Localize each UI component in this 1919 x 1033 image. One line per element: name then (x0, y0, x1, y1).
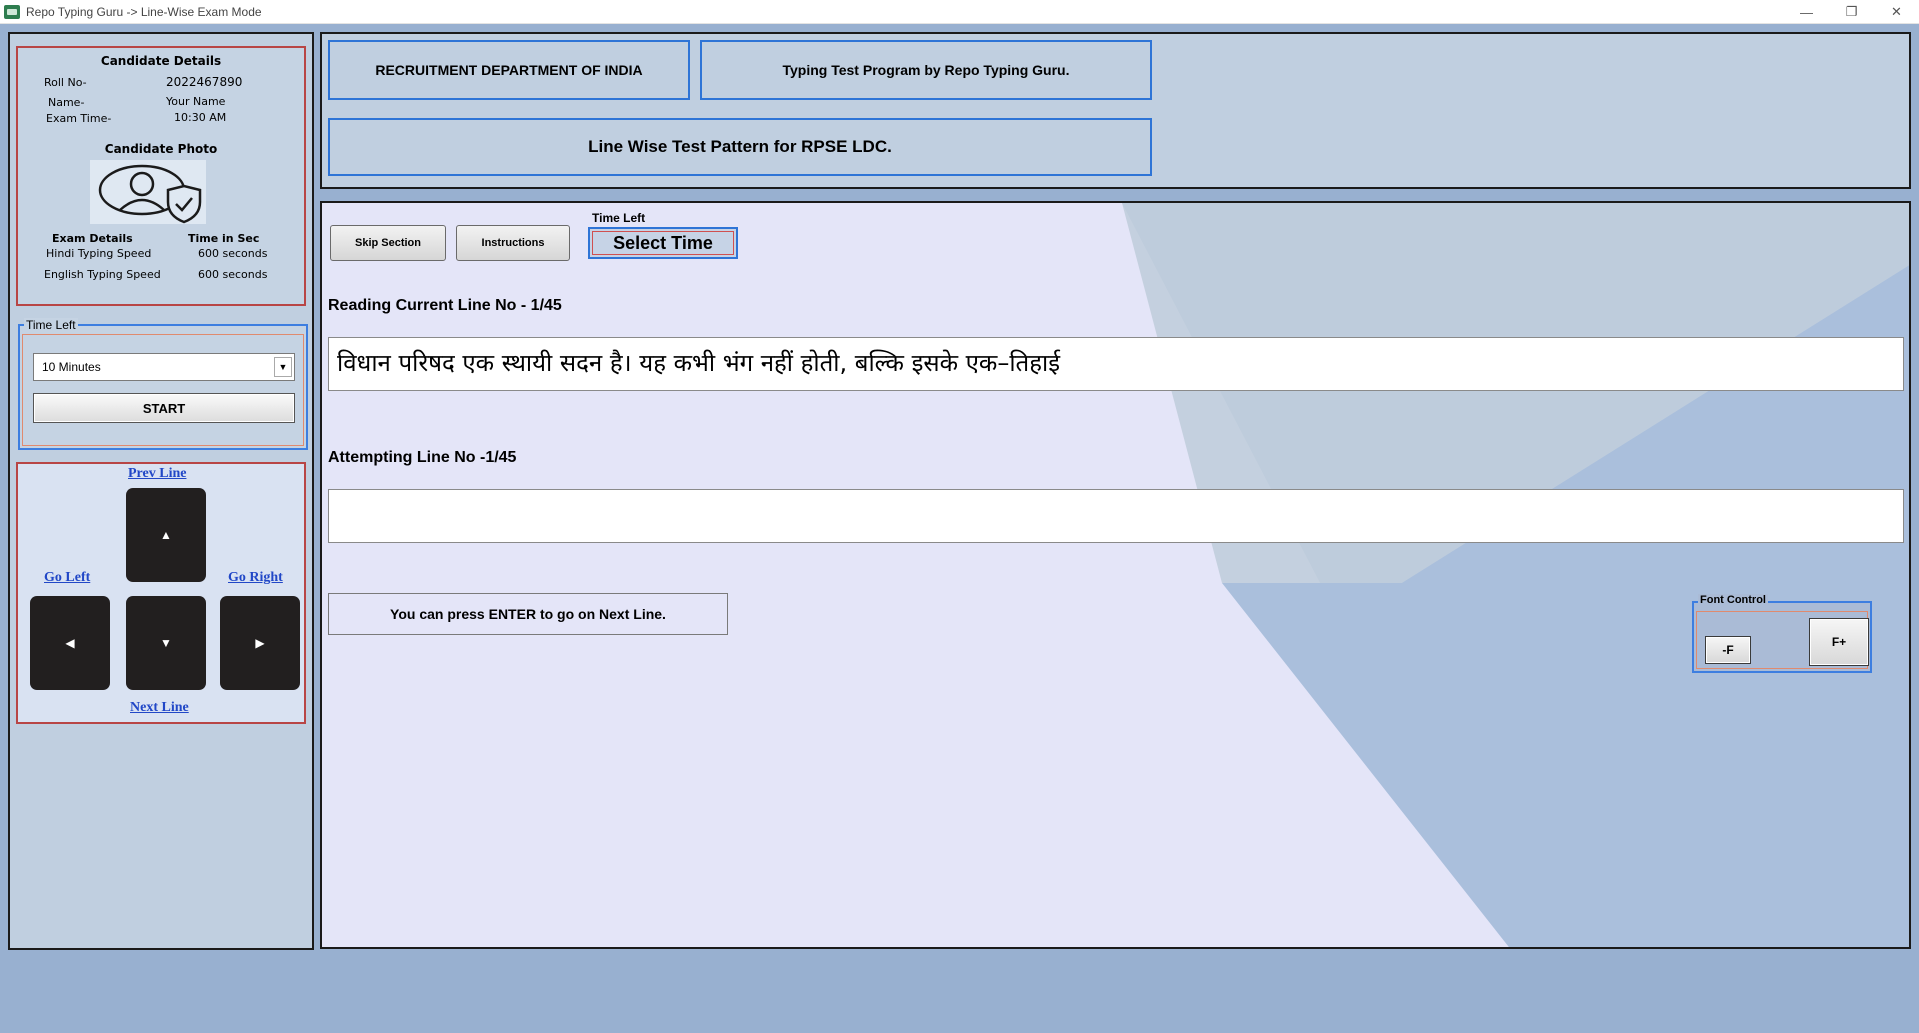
exam-time-value: 10:30 AM (174, 111, 227, 124)
typing-input[interactable] (328, 489, 1904, 543)
english-speed-value: 600 seconds (198, 268, 268, 281)
reading-line-label: Reading Current Line No - 1/45 (328, 297, 562, 314)
roll-label: Roll No- (44, 76, 87, 89)
name-value: Your Name (166, 95, 226, 108)
go-left-link[interactable]: Go Left (44, 570, 90, 586)
enter-hint-box: You can press ENTER to go on Next Line. (328, 593, 728, 635)
user-verified-icon (98, 164, 202, 224)
time-left-inner: 10 Minutes ▼ START (22, 334, 304, 446)
prev-line-link[interactable]: Prev Line (128, 466, 186, 482)
close-button[interactable]: ✕ (1874, 0, 1919, 24)
candidate-photo-heading: Candidate Photo (104, 142, 218, 156)
name-label: Name- (48, 96, 85, 109)
arrow-right-icon: ▶ (255, 636, 265, 650)
chevron-down-icon[interactable]: ▼ (274, 357, 292, 377)
hindi-speed-value: 600 seconds (198, 247, 268, 260)
start-button[interactable]: START (33, 393, 295, 423)
header-panel: RECRUITMENT DEPARTMENT OF INDIA Typing T… (320, 32, 1911, 189)
candidate-details-box: Candidate Details Roll No- 2022467890 Na… (16, 46, 306, 306)
arrow-left-icon: ◀ (65, 636, 75, 650)
arrow-up-icon: ▲ (160, 528, 172, 542)
font-control-inner: -F F+ (1696, 611, 1869, 669)
font-control-group: Font Control -F F+ (1692, 594, 1872, 673)
up-arrow-key[interactable]: ▲ (126, 488, 206, 582)
exam-time-label: Exam Time- (46, 112, 112, 125)
font-increase-button[interactable]: F+ (1809, 618, 1869, 666)
arrow-down-icon: ▼ (160, 636, 172, 650)
time-select-value: 10 Minutes (42, 360, 101, 374)
left-arrow-key[interactable]: ◀ (30, 596, 110, 690)
time-select[interactable]: 10 Minutes ▼ (33, 353, 295, 381)
next-line-link[interactable]: Next Line (130, 700, 189, 716)
title-bar: Repo Typing Guru -> Line-Wise Exam Mode … (0, 0, 1919, 24)
restore-button[interactable]: ❐ (1829, 0, 1874, 24)
time-in-sec-heading: Time in Sec (188, 232, 260, 245)
app-logo-icon (4, 4, 20, 19)
hindi-speed-label: Hindi Typing Speed (46, 247, 152, 260)
instructions-button[interactable]: Instructions (456, 225, 570, 261)
main-panel: Skip Section Instructions Time Left Sele… (320, 201, 1911, 949)
candidate-details-heading: Candidate Details (100, 54, 222, 68)
exam-details-heading: Exam Details (52, 232, 133, 245)
time-left-group: Time Left 10 Minutes ▼ START (18, 318, 308, 450)
go-right-link[interactable]: Go Right (228, 570, 283, 586)
reading-text: विधान परिषद एक स्थायी सदन है। यह कभी भंग… (337, 349, 1060, 377)
time-left-group-label: Time Left (24, 318, 78, 332)
font-control-label: Font Control (1698, 594, 1768, 606)
select-time-box[interactable]: Select Time (588, 227, 738, 259)
select-time-text: Select Time (592, 231, 734, 255)
reading-text-box: विधान परिषद एक स्थायी सदन है। यह कभी भंग… (328, 337, 1904, 391)
roll-value: 2022467890 (166, 75, 243, 89)
department-title: RECRUITMENT DEPARTMENT OF INDIA (328, 40, 690, 100)
font-decrease-button[interactable]: -F (1705, 636, 1751, 664)
navigation-box: Prev Line ▲ Go Left Go Right ◀ ▼ ▶ Next … (16, 462, 306, 724)
down-arrow-key[interactable]: ▼ (126, 596, 206, 690)
right-arrow-key[interactable]: ▶ (220, 596, 300, 690)
skip-section-button[interactable]: Skip Section (330, 225, 446, 261)
candidate-photo (90, 160, 206, 224)
attempting-line-label: Attempting Line No -1/45 (328, 449, 517, 466)
english-speed-label: English Typing Speed (44, 268, 161, 281)
app-frame: Candidate Details Roll No- 2022467890 Na… (0, 24, 1919, 1033)
left-panel: Candidate Details Roll No- 2022467890 Na… (8, 32, 314, 950)
program-title: Typing Test Program by Repo Typing Guru. (700, 40, 1152, 100)
minimize-button[interactable]: — (1784, 0, 1829, 24)
time-left-label: Time Left (592, 211, 646, 225)
window-title: Repo Typing Guru -> Line-Wise Exam Mode (26, 4, 262, 19)
window-controls: — ❐ ✕ (1784, 0, 1919, 24)
pattern-title: Line Wise Test Pattern for RPSE LDC. (328, 118, 1152, 176)
